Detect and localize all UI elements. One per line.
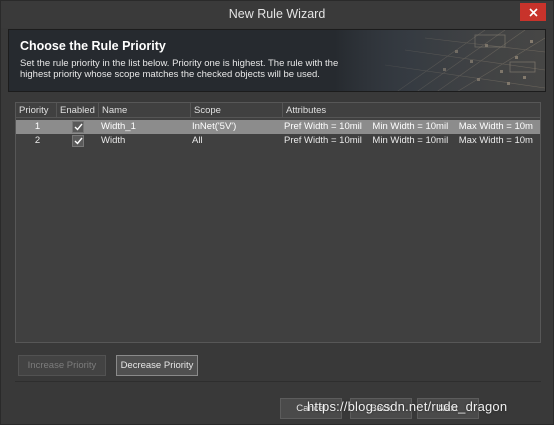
close-icon <box>528 7 538 17</box>
pcb-banner-image <box>335 30 545 91</box>
column-header-name[interactable]: Name <box>99 105 127 116</box>
wizard-header-banner: Choose the Rule Priority Set the rule pr… <box>8 29 546 92</box>
next-button[interactable]: Next <box>417 398 479 419</box>
table-row[interactable]: 1 Width_1 InNet('5V') Pref Width = 10mil… <box>16 120 540 134</box>
enabled-checkbox[interactable] <box>72 121 84 133</box>
priority-cell: 1 <box>34 121 41 132</box>
rule-scope-cell: InNet('5V') <box>192 121 237 132</box>
new-rule-wizard-window: New Rule Wizard Choose the Rule Priority… <box>0 0 554 425</box>
column-header-attributes[interactable]: Attributes <box>283 105 326 116</box>
increase-priority-button[interactable]: Increase Priority <box>18 355 106 376</box>
enabled-checkbox[interactable] <box>72 135 84 147</box>
rule-name-cell: Width_1 <box>101 121 136 132</box>
close-button[interactable] <box>520 3 546 21</box>
priority-cell: 2 <box>34 135 41 146</box>
rule-name-cell: Width <box>101 135 126 146</box>
rule-attributes-cell: Pref Width = 10mil Min Width = 10mil Max… <box>284 121 533 132</box>
column-header-scope[interactable]: Scope <box>191 105 221 116</box>
title-bar: New Rule Wizard <box>1 1 553 28</box>
back-button[interactable]: Back <box>350 398 412 419</box>
column-header-priority[interactable]: Priority <box>16 105 49 116</box>
rule-priority-list[interactable]: Priority Enabled Name Scope Attributes 1… <box>15 102 541 343</box>
checkmark-icon <box>74 123 83 131</box>
wizard-step-description: Set the rule priority in the list below.… <box>20 58 339 80</box>
table-row[interactable]: 2 Width All Pref Width = 10mil Min Width… <box>16 134 540 148</box>
rule-scope-cell: All <box>192 135 203 146</box>
window-title: New Rule Wizard <box>228 7 326 21</box>
rule-attributes-cell: Pref Width = 10mil Min Width = 10mil Max… <box>284 135 533 146</box>
cancel-button[interactable]: Cancel <box>280 398 342 419</box>
list-header: Priority Enabled Name Scope Attributes <box>16 103 540 118</box>
decrease-priority-button[interactable]: Decrease Priority <box>116 355 198 376</box>
wizard-step-title: Choose the Rule Priority <box>20 39 166 53</box>
column-header-enabled[interactable]: Enabled <box>57 105 95 116</box>
checkmark-icon <box>74 137 83 145</box>
footer-divider <box>15 381 541 382</box>
